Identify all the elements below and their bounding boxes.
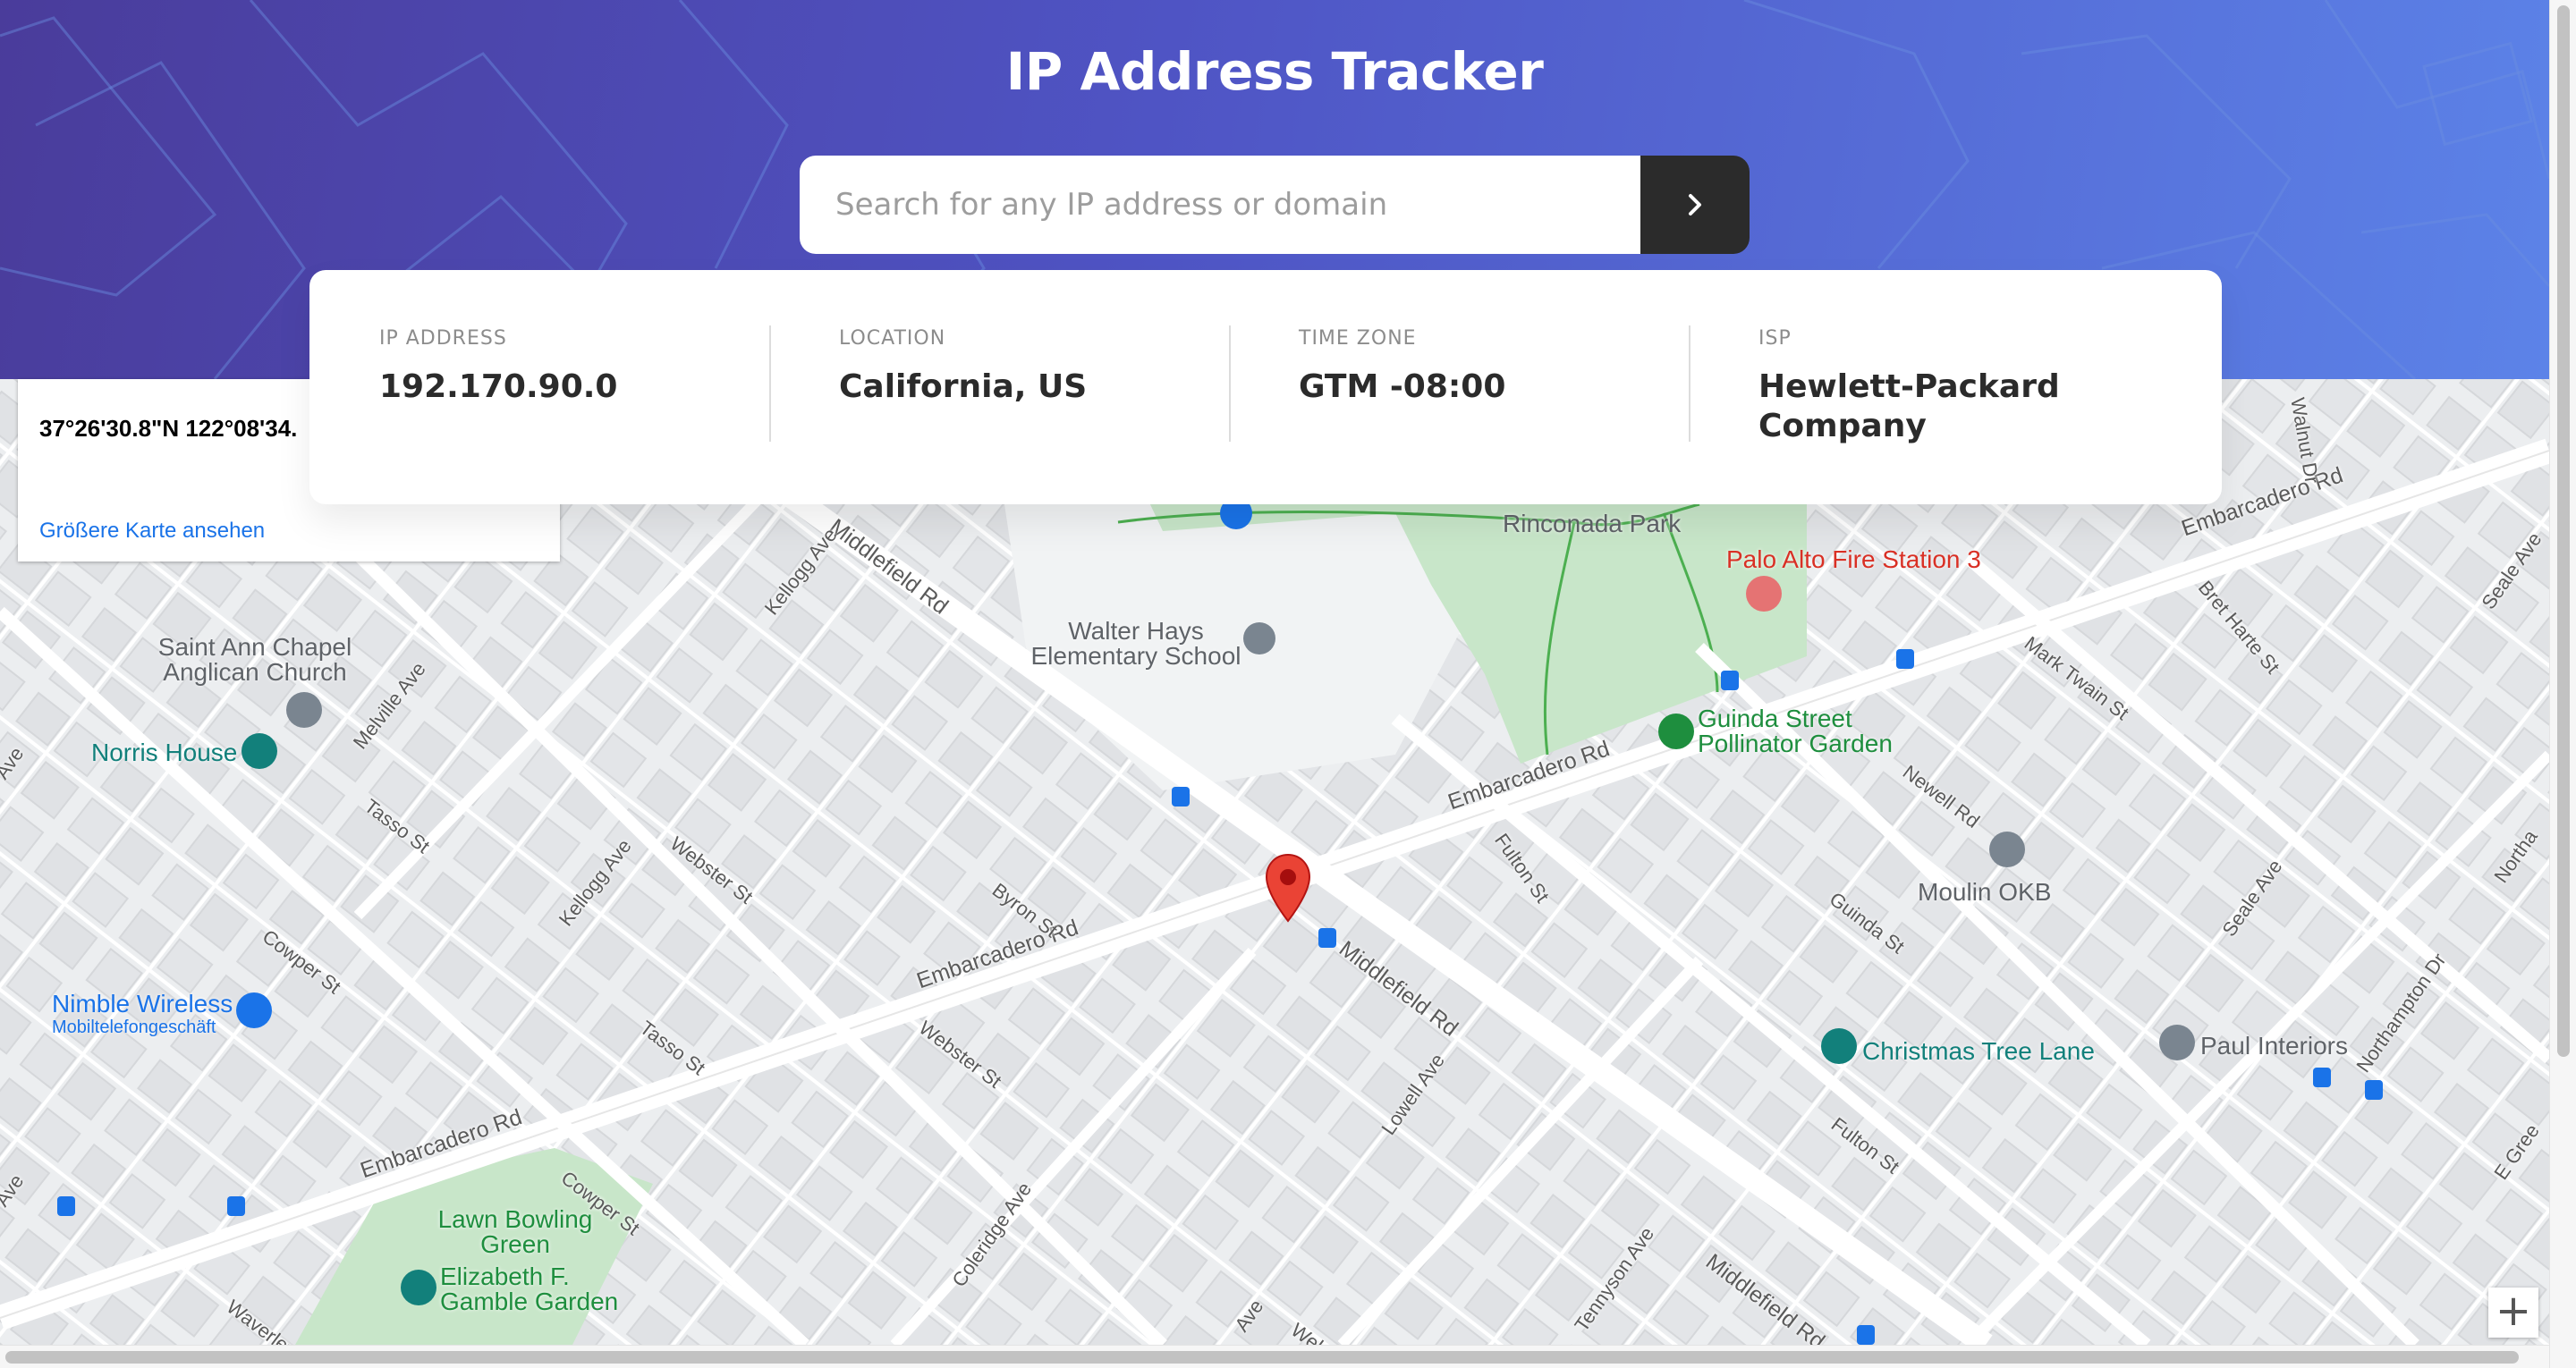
- poi-paul-interiors[interactable]: Paul Interiors: [2200, 1034, 2348, 1059]
- search-input[interactable]: [800, 156, 1640, 254]
- search-button[interactable]: [1640, 156, 1750, 254]
- info-isp: ISP Hewlett-Packard Company: [1689, 270, 2222, 504]
- poi-gamble-garden[interactable]: Elizabeth F. Gamble Garden: [440, 1264, 628, 1314]
- map-pin-icon[interactable]: [1263, 853, 1313, 925]
- info-label: LOCATION: [839, 327, 946, 350]
- info-value: GTM -08:00: [1299, 368, 1506, 405]
- poi-saint-ann[interactable]: Saint Ann Chapel Anglican Church: [152, 635, 358, 685]
- poi-christmas-tree-lane[interactable]: Christmas Tree Lane: [1862, 1039, 2095, 1064]
- poi-norris-house[interactable]: Norris House: [91, 740, 237, 765]
- info-label: TIME ZONE: [1299, 327, 1417, 350]
- vertical-scrollbar-thumb[interactable]: [2557, 5, 2570, 1057]
- page-title: IP Address Tracker: [1005, 41, 1544, 102]
- poi-lawn-bowling[interactable]: Lawn Bowling Green: [426, 1207, 605, 1257]
- vertical-scrollbar[interactable]: [2549, 0, 2576, 1368]
- poi-nimble-wireless-sub: Mobiltelefongeschäft: [52, 1018, 216, 1037]
- poi-rinconada-park[interactable]: Rinconada Park: [1503, 511, 1681, 536]
- larger-map-link[interactable]: Größere Karte ansehen: [39, 519, 265, 544]
- info-value: 192.170.90.0: [379, 368, 618, 405]
- info-value: Hewlett-Packard Company: [1758, 368, 2060, 444]
- search-bar: [800, 156, 1750, 254]
- chevron-right-icon: [1689, 194, 1701, 215]
- poi-nimble-wireless-name: Nimble Wireless: [52, 990, 233, 1018]
- horizontal-scrollbar-thumb[interactable]: [5, 1351, 2519, 1364]
- info-label: IP ADDRESS: [379, 327, 507, 350]
- info-timezone: TIME ZONE GTM -08:00: [1229, 270, 1689, 504]
- info-card: IP ADDRESS 192.170.90.0 LOCATION Califor…: [309, 270, 2222, 504]
- info-value: California, US: [839, 368, 1088, 405]
- poi-fire-station[interactable]: Palo Alto Fire Station 3: [1726, 545, 1981, 574]
- poi-walter-hays[interactable]: Walter Hays Elementary School: [1029, 619, 1243, 669]
- info-label: ISP: [1758, 327, 1792, 350]
- info-location: LOCATION California, US: [769, 270, 1229, 504]
- poi-guinda-garden[interactable]: Guinda Street Pollinator Garden: [1698, 706, 1903, 756]
- map-coordinates: 37°26'30.8"N 122°08'34.: [39, 415, 298, 442]
- poi-moulin[interactable]: Moulin OKB: [1918, 880, 2051, 905]
- zoom-in-button[interactable]: +: [2488, 1288, 2538, 1338]
- horizontal-scrollbar[interactable]: [0, 1345, 2549, 1368]
- info-ip-address: IP ADDRESS 192.170.90.0: [309, 270, 769, 504]
- page: Rinconada Park Palo Alto Fire Station 3 …: [0, 0, 2576, 1368]
- poi-nimble-wireless[interactable]: Nimble Wireless Mobiltelefongeschäft: [52, 992, 233, 1039]
